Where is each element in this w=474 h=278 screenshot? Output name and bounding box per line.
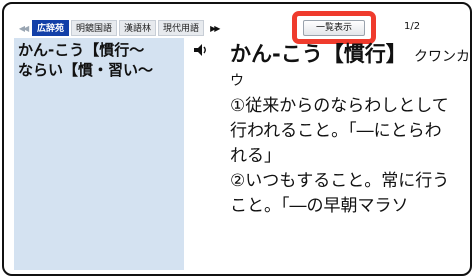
result-list: かん‐こう【慣行〜 ならい【慣・習い〜 xyxy=(14,38,184,270)
historical-reading: クワンカ xyxy=(414,49,471,65)
dictionary-window: ◀◀ 広辞苑 明鏡国語 漢語林 現代用語 ▶▶ 一覧表示 1/2 かん‐こう【慣… xyxy=(2,2,472,276)
tab-gendai-yogo[interactable]: 現代用語 xyxy=(158,20,205,36)
definition-2: ②いつもすること。常に行うこと。「―の早朝マラソ xyxy=(230,171,450,216)
tab-kangorin[interactable]: 漢語林 xyxy=(119,20,157,36)
speaker-icon[interactable] xyxy=(194,44,208,56)
entry-headword: かん‐こう【慣行】 クワンカ xyxy=(230,38,470,68)
tab-kojien[interactable]: 広辞苑 xyxy=(32,20,70,36)
list-view-button[interactable]: 一覧表示 xyxy=(303,19,365,36)
page-indicator: 1/2 xyxy=(404,21,421,32)
tab-meikyo[interactable]: 明鏡国語 xyxy=(71,20,118,36)
list-item[interactable]: かん‐こう【慣行〜 xyxy=(18,40,180,60)
headword-text: かん‐こう【慣行】 xyxy=(230,42,407,66)
historical-reading-continued: ウ xyxy=(230,73,244,89)
entry-pane: かん‐こう【慣行】 クワンカ ウ ①従来からのならわしとして行われること。「―に… xyxy=(194,38,470,270)
list-item[interactable]: ならい【慣・習い〜 xyxy=(18,60,180,80)
prev-dictionary-button[interactable]: ◀◀ xyxy=(14,24,32,33)
definition-1: ①従来からのならわしとして行われること。「―にとらわれる」 xyxy=(230,96,449,166)
definition-body: ①従来からのならわしとして行われること。「―にとらわれる」 ②いつもすること。常… xyxy=(230,94,454,219)
dictionary-tab-bar: ◀◀ 広辞苑 明鏡国語 漢語林 現代用語 ▶▶ xyxy=(14,18,228,38)
next-dictionary-button[interactable]: ▶▶ xyxy=(210,24,228,33)
